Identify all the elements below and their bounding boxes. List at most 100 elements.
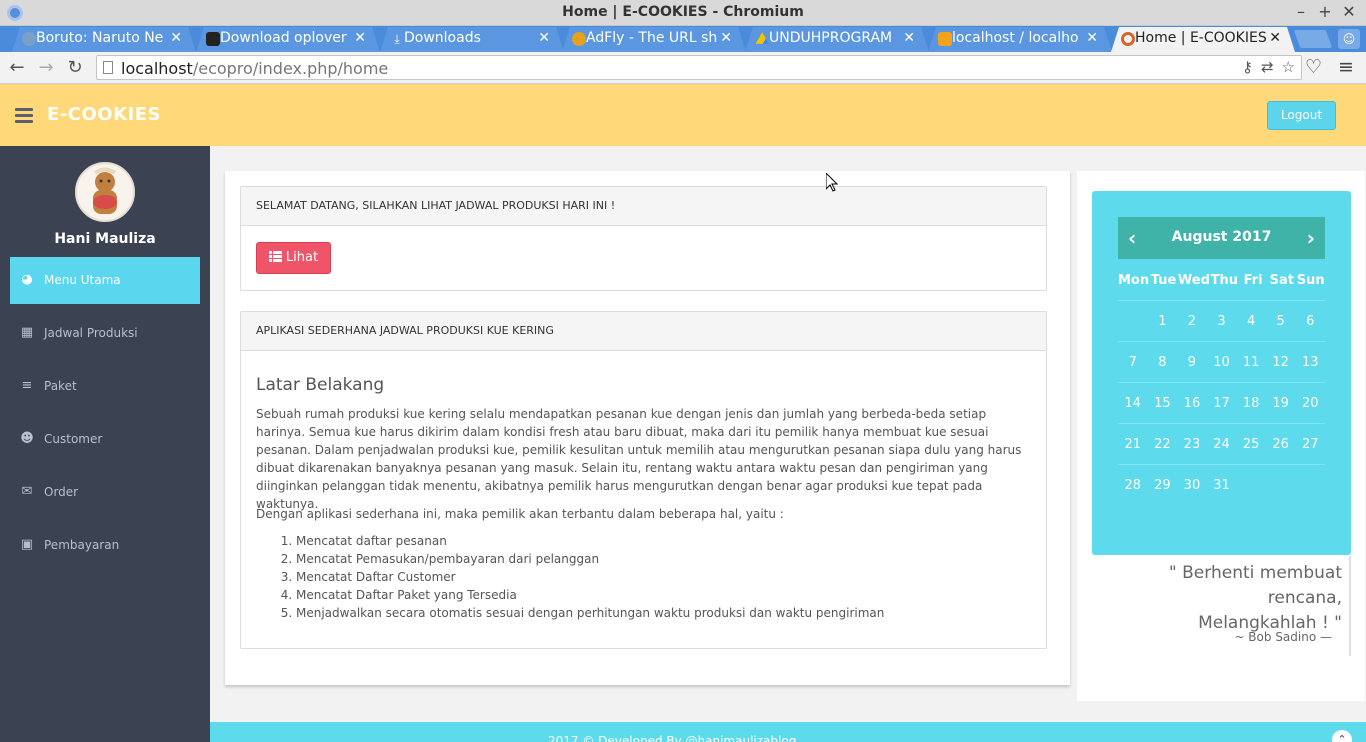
sidebar-item-customer[interactable]: ☻ Customer: [10, 416, 200, 463]
translate-icon[interactable]: ⇄: [1261, 58, 1274, 76]
calendar-grid: Mon Tue Wed Thu Fri Sat Sun 1 2 3 4 5 6: [1118, 269, 1325, 506]
panel-heading: APLIKASI SEDERHANA JADWAL PRODUKSI KUE K…: [241, 312, 1046, 351]
calendar-day[interactable]: 31: [1207, 465, 1237, 506]
calendar-day[interactable]: 7: [1118, 342, 1148, 382]
tab-label: Boruto: Naruto Ne: [36, 30, 164, 46]
calendar-day[interactable]: 15: [1148, 383, 1178, 423]
calendar-day[interactable]: 3: [1207, 301, 1237, 341]
sidebar-item-order[interactable]: ✉ Order: [10, 469, 200, 516]
sidebar-item-pembayaran[interactable]: ▣ Pembayaran: [10, 522, 200, 569]
sidebar: Hani Mauliza ◕ Menu Utama ▦ Jadwal Produ…: [0, 146, 210, 742]
calendar-day[interactable]: 8: [1148, 342, 1178, 382]
tab-label: UNDUHPROGRAM: [769, 30, 893, 46]
app-header: E-COOKIES Logout: [0, 84, 1366, 146]
calendar-day[interactable]: 13: [1295, 342, 1325, 382]
tab-close-icon[interactable]: ✕: [170, 30, 182, 46]
lihat-button[interactable]: Lihat: [256, 242, 331, 274]
address-bar[interactable]: localhost/ecopro/index.php/home ⚷ ⇄ ☆: [96, 55, 1302, 80]
weekday-label: Sat: [1269, 273, 1295, 288]
window-title: Home | E-COOKIES - Chromium: [562, 4, 804, 20]
tab-close-icon[interactable]: ✕: [354, 30, 366, 46]
calendar-day: [1295, 465, 1325, 506]
calendar-day[interactable]: 11: [1236, 342, 1266, 382]
profile-icon[interactable]: ☺: [1338, 29, 1360, 49]
scroll-top-icon[interactable]: ⌃: [1332, 730, 1352, 742]
mouse-cursor-icon: [826, 173, 838, 192]
list-item: Mencatat daftar pesanan: [296, 532, 884, 550]
next-month-icon[interactable]: ›: [1307, 226, 1315, 250]
browser-tab-active[interactable]: Home | E-COOKIES ✕: [1111, 27, 1295, 52]
maximize-button[interactable]: +: [1318, 2, 1332, 21]
calendar-day[interactable]: 1: [1148, 301, 1178, 341]
new-tab-button[interactable]: [1293, 30, 1333, 48]
forward-icon[interactable]: →: [34, 56, 58, 80]
calendar-day[interactable]: 25: [1236, 424, 1266, 464]
sidebar-item-label: Customer: [44, 432, 103, 446]
calendar-day[interactable]: 27: [1295, 424, 1325, 464]
database-icon: ≡: [21, 378, 33, 393]
calendar-day[interactable]: 19: [1266, 383, 1296, 423]
browser-tab[interactable]: Download oplover ✕: [196, 27, 380, 52]
sidebar-item-paket[interactable]: ≡ Paket: [10, 363, 200, 410]
weekday-label: Fri: [1243, 273, 1263, 288]
calendar-day[interactable]: 21: [1118, 424, 1148, 464]
tab-close-icon[interactable]: ✕: [538, 30, 550, 46]
calendar-day[interactable]: 2: [1177, 301, 1207, 341]
browser-tab[interactable]: UNDUHPROGRAM ✕: [745, 27, 929, 52]
browser-tab[interactable]: Boruto: Naruto Ne ✕: [12, 27, 196, 52]
tab-label: Home | E-COOKIES: [1135, 30, 1267, 46]
calendar-day[interactable]: 5: [1266, 301, 1296, 341]
back-icon[interactable]: ←: [5, 56, 29, 80]
sidebar-item-jadwal-produksi[interactable]: ▦ Jadwal Produksi: [10, 310, 200, 357]
browser-tab[interactable]: ⤓ Downloads ✕: [380, 27, 564, 52]
weekday-label: Tue: [1150, 273, 1177, 288]
tab-close-icon[interactable]: ✕: [1269, 30, 1281, 46]
browser-tab[interactable]: localhost / localho ✕: [928, 27, 1112, 52]
close-window-button[interactable]: ✕: [1342, 2, 1356, 21]
tab-close-icon[interactable]: ✕: [903, 30, 915, 46]
calendar-day[interactable]: 29: [1148, 465, 1178, 506]
browser-menu-icon[interactable]: ≡: [1338, 56, 1354, 78]
calendar-day[interactable]: 26: [1266, 424, 1296, 464]
benefit-intro: Dengan aplikasi sederhana ini, maka pemi…: [256, 507, 784, 521]
content-card: SELAMAT DATANG, SILAHKAN LIHAT JADWAL PR…: [225, 171, 1070, 685]
tab-favicon-icon: [22, 32, 36, 46]
browser-tab[interactable]: AdFly - The URL sh ✕: [562, 27, 746, 52]
calendar-day[interactable]: 6: [1295, 301, 1325, 341]
calendar-day[interactable]: 24: [1207, 424, 1237, 464]
logout-button[interactable]: Logout: [1267, 101, 1336, 130]
brand-title[interactable]: E-COOKIES: [47, 104, 161, 125]
reload-icon[interactable]: ↻: [63, 56, 87, 80]
calendar-month-title[interactable]: August 2017: [1118, 229, 1325, 245]
calendar-day[interactable]: 16: [1177, 383, 1207, 423]
key-icon[interactable]: ⚷: [1242, 58, 1253, 76]
sidebar-item-menu-utama[interactable]: ◕ Menu Utama: [10, 257, 200, 304]
calendar-day[interactable]: 4: [1236, 301, 1266, 341]
bookmark-star-icon[interactable]: ☆: [1282, 58, 1295, 76]
tab-close-icon[interactable]: ✕: [720, 30, 732, 46]
quote-text: " Berhenti membuat rencana, Melangkahlah…: [1092, 561, 1342, 636]
weekday-label: Wed: [1177, 273, 1210, 288]
weekday-row: Mon Tue Wed Thu Fri Sat Sun: [1118, 269, 1325, 301]
calendar-day[interactable]: 30: [1177, 465, 1207, 506]
sidebar-toggle-icon[interactable]: [15, 108, 33, 123]
tab-label: Downloads: [404, 30, 481, 46]
calendar-day[interactable]: 23: [1177, 424, 1207, 464]
calendar-day[interactable]: 20: [1295, 383, 1325, 423]
section-title: Latar Belakang: [256, 375, 385, 395]
calendar-day[interactable]: 17: [1207, 383, 1237, 423]
heart-extension-icon[interactable]: ♡: [1305, 56, 1322, 78]
calendar-day[interactable]: 10: [1207, 342, 1237, 382]
calendar-day[interactable]: 28: [1118, 465, 1148, 506]
calendar-day[interactable]: 14: [1118, 383, 1148, 423]
calendar-week-row: 1 2 3 4 5 6: [1118, 301, 1325, 342]
calendar-day[interactable]: 18: [1236, 383, 1266, 423]
calendar-day[interactable]: 22: [1148, 424, 1178, 464]
tab-strip: Boruto: Naruto Ne ✕ Download oplover ✕ ⤓…: [0, 26, 1366, 52]
calendar-day[interactable]: 9: [1177, 342, 1207, 382]
minimize-button[interactable]: –: [1294, 2, 1308, 21]
tab-close-icon[interactable]: ✕: [1086, 30, 1098, 46]
calendar-week-row: 7 8 9 10 11 12 13: [1118, 342, 1325, 383]
calendar-day[interactable]: 12: [1266, 342, 1296, 382]
calendar-week-row: 28 29 30 31: [1118, 465, 1325, 506]
